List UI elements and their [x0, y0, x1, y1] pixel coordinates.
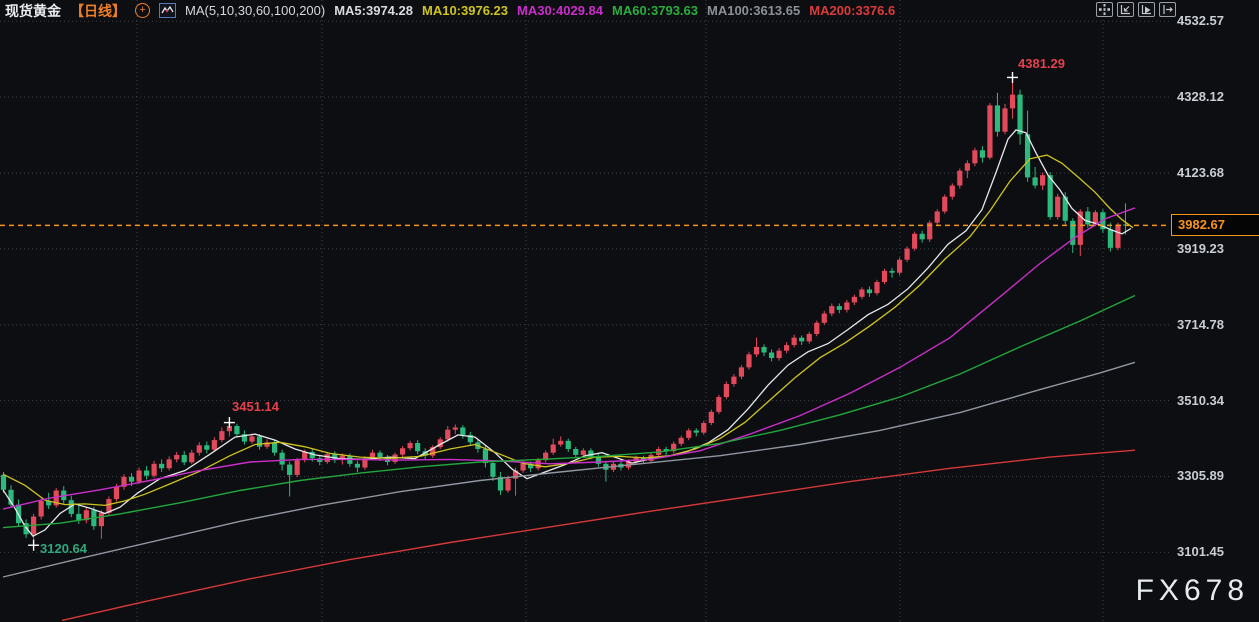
watermark: FX678 [1136, 574, 1249, 608]
range-play-icon[interactable] [1138, 2, 1155, 17]
axis-label: 3305.89 [1177, 468, 1224, 483]
extreme-cross-icon [28, 540, 39, 551]
circle-plus-icon[interactable]: + [135, 3, 150, 18]
axis-label: 4123.68 [1177, 165, 1224, 180]
ma-lines-layer [3, 130, 1135, 621]
indicator-icon[interactable] [159, 3, 176, 18]
exit-right-icon[interactable] [1159, 2, 1176, 17]
ma-line-ma200 [62, 450, 1135, 620]
ma-legend-item: MA100:3613.65 [707, 3, 800, 18]
chart-window: 现货黄金 【日线】 + MA(5,10,30,60,100,200) MA5:3… [0, 0, 1259, 622]
axis-label: 3714.78 [1177, 317, 1224, 332]
chart-toolbar [1096, 2, 1176, 17]
price-annotation: 3120.64 [40, 541, 87, 556]
ma-line-ma10 [3, 155, 1133, 505]
axis-label: 3919.23 [1177, 241, 1224, 256]
extreme-cross-icon [1007, 72, 1018, 83]
ma-caption: MA(5,10,30,60,100,200) [185, 3, 325, 18]
price-annotation: 3451.14 [232, 399, 279, 414]
pan-icon[interactable] [1096, 2, 1113, 17]
range-left-icon[interactable] [1117, 2, 1134, 17]
ma-legend-item: MA10:3976.23 [422, 3, 508, 18]
axis-label: 3101.45 [1177, 544, 1224, 559]
extreme-cross-icon [224, 417, 235, 428]
gridlines [0, 0, 1170, 622]
ma-legend-item: MA30:4029.84 [517, 3, 603, 18]
ma-line-ma100 [3, 362, 1135, 577]
period-selector[interactable]: 【日线】 [70, 1, 126, 21]
price-annotation: 4381.29 [1018, 56, 1065, 71]
ma-line-ma5 [3, 130, 1131, 536]
ma-legend-item: MA200:3376.6 [809, 3, 895, 18]
ma-legend-item: MA60:3793.63 [612, 3, 698, 18]
symbol-title: 现货黄金 [5, 1, 61, 21]
ma-line-ma30 [3, 208, 1135, 509]
chart-canvas[interactable] [0, 0, 1259, 622]
last-price-badge: 3982.67 [1171, 214, 1259, 236]
axis-label: 4532.57 [1177, 13, 1224, 28]
axis-label: 4328.12 [1177, 89, 1224, 104]
chart-header: 现货黄金 【日线】 + MA(5,10,30,60,100,200) MA5:3… [5, 0, 895, 21]
axis-label: 3510.34 [1177, 393, 1224, 408]
ma-legend-item: MA5:3974.28 [334, 3, 413, 18]
